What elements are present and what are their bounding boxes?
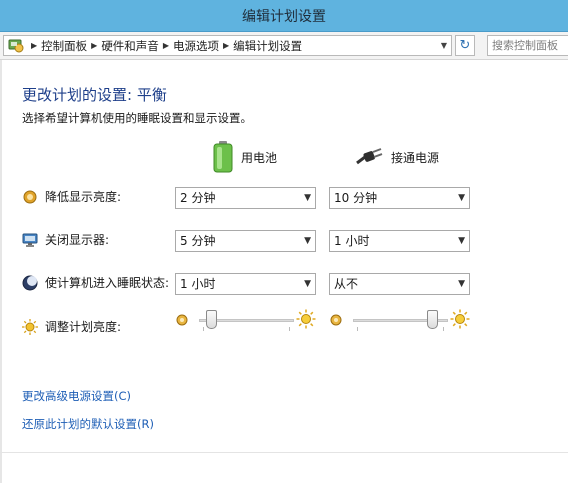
sleep-battery-select[interactable]: 1 小时 ▼ bbox=[175, 273, 316, 295]
setting-label-dim-display: 降低显示亮度: bbox=[45, 190, 122, 204]
sleep-moon-icon bbox=[22, 275, 38, 290]
dim-display-plugged-select[interactable]: 10 分钟 ▼ bbox=[329, 187, 470, 209]
footer-divider bbox=[0, 452, 568, 453]
select-value: 2 分钟 bbox=[180, 191, 216, 205]
turn-off-display-battery-select[interactable]: 5 分钟 ▼ bbox=[175, 230, 316, 252]
page-subtitle: 选择希望计算机使用的睡眠设置和显示设置。 bbox=[22, 111, 252, 125]
column-label-plugged-in: 接通电源 bbox=[391, 150, 440, 165]
page-title: 更改计划的设置: 平衡 bbox=[22, 86, 167, 104]
select-value: 从不 bbox=[334, 277, 359, 291]
setting-row-dim-display: 降低显示亮度: bbox=[22, 188, 121, 205]
battery-icon bbox=[213, 141, 233, 173]
refresh-button[interactable]: ↻ bbox=[455, 35, 475, 56]
dim-display-icon bbox=[23, 190, 37, 203]
breadcrumb-control-panel[interactable]: 控制面板 bbox=[41, 38, 87, 54]
control-panel-icon bbox=[8, 39, 24, 53]
brightness-low-icon bbox=[176, 314, 188, 326]
breadcrumb-separator-icon: ▶ bbox=[222, 41, 230, 50]
chevron-down-icon: ▼ bbox=[304, 236, 311, 246]
select-value: 1 小时 bbox=[334, 234, 370, 248]
breadcrumb-separator-icon: ▶ bbox=[31, 41, 38, 50]
select-value: 1 小时 bbox=[180, 277, 216, 291]
address-dropdown-icon[interactable]: ▼ bbox=[441, 41, 447, 50]
restore-defaults-link[interactable]: 还原此计划的默认设置(R) bbox=[22, 416, 154, 432]
address-bar: ▶ 控制面板 ▶ 硬件和声音 ▶ 电源选项 ▶ 编辑计划设置 ▼ ↻ 搜索控制面… bbox=[0, 32, 568, 60]
power-plug-icon bbox=[356, 148, 383, 165]
left-border bbox=[0, 60, 2, 483]
chevron-down-icon: ▼ bbox=[458, 193, 465, 203]
sleep-plugged-select[interactable]: 从不 ▼ bbox=[329, 273, 470, 295]
title-bar: 编辑计划设置 bbox=[0, 0, 568, 32]
column-label-battery: 用电池 bbox=[241, 150, 278, 165]
brightness-low-icon bbox=[330, 314, 342, 326]
breadcrumb-edit-plan[interactable]: 编辑计划设置 bbox=[233, 38, 302, 54]
setting-row-sleep: 使计算机进入睡眠状态: bbox=[22, 274, 169, 291]
brightness-high-icon bbox=[296, 309, 316, 329]
select-value: 5 分钟 bbox=[180, 234, 216, 248]
setting-label-brightness: 调整计划亮度: bbox=[45, 320, 122, 334]
column-header-plugged-in: 接通电源 bbox=[355, 140, 439, 174]
slider-thumb[interactable] bbox=[206, 310, 218, 329]
chevron-down-icon: ▼ bbox=[458, 236, 465, 246]
select-value: 10 分钟 bbox=[334, 191, 378, 205]
setting-label-sleep: 使计算机进入睡眠状态: bbox=[45, 276, 170, 290]
window-title: 编辑计划设置 bbox=[242, 9, 326, 25]
slider-ticks bbox=[203, 327, 290, 331]
brightness-battery-slider[interactable] bbox=[175, 309, 316, 333]
brightness-high-icon bbox=[450, 309, 470, 329]
monitor-icon bbox=[22, 233, 38, 247]
setting-row-brightness: 调整计划亮度: bbox=[22, 318, 121, 335]
dim-display-battery-select[interactable]: 2 分钟 ▼ bbox=[175, 187, 316, 209]
turn-off-display-plugged-select[interactable]: 1 小时 ▼ bbox=[329, 230, 470, 252]
chevron-down-icon: ▼ bbox=[458, 279, 465, 289]
setting-label-turn-off-display: 关闭显示器: bbox=[45, 233, 110, 247]
brightness-sun-icon bbox=[22, 318, 38, 335]
advanced-power-settings-link[interactable]: 更改高级电源设置(C) bbox=[22, 388, 131, 404]
setting-row-turn-off-display: 关闭显示器: bbox=[22, 231, 109, 248]
chevron-down-icon: ▼ bbox=[304, 193, 311, 203]
breadcrumb-power-options[interactable]: 电源选项 bbox=[173, 38, 219, 54]
breadcrumb[interactable]: ▶ 控制面板 ▶ 硬件和声音 ▶ 电源选项 ▶ 编辑计划设置 ▼ bbox=[3, 35, 452, 56]
chevron-down-icon: ▼ bbox=[304, 279, 311, 289]
brightness-plugged-slider[interactable] bbox=[329, 309, 470, 333]
breadcrumb-separator-icon: ▶ bbox=[91, 41, 98, 50]
refresh-icon: ↻ bbox=[459, 38, 471, 53]
breadcrumb-separator-icon: ▶ bbox=[162, 41, 169, 50]
breadcrumb-hardware-sound[interactable]: 硬件和声音 bbox=[101, 38, 159, 54]
slider-thumb[interactable] bbox=[426, 310, 438, 329]
search-input[interactable]: 搜索控制面板 bbox=[487, 35, 568, 56]
column-header-battery: 用电池 bbox=[213, 140, 277, 174]
